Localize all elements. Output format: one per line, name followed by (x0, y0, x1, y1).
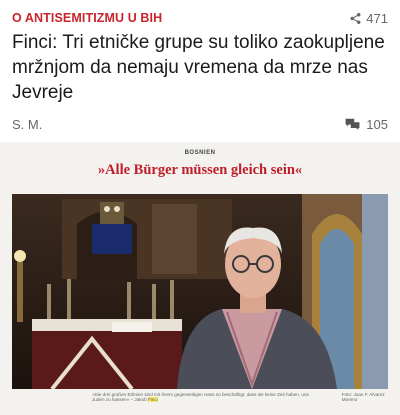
caption-text: »Die drei großen Ethnien sind mit ihrem … (92, 392, 309, 402)
article-header: O ANTISEMITIZMU U BIH 471 (12, 8, 388, 28)
photo-credit: Foto: Juan F. Alvarez Moreno (341, 392, 385, 402)
share-count: 471 (366, 10, 388, 26)
embedded-image-card: BOSNIEN »Alle Bürger müssen gleich sein« (0, 142, 400, 415)
caption-name-highlight: Finci (147, 397, 158, 402)
share-icon (350, 12, 361, 24)
comments-button[interactable]: 105 (345, 117, 388, 132)
article-meta: S. M. 105 (12, 114, 388, 134)
author: S. M. (12, 116, 43, 132)
share-button[interactable]: 471 (349, 11, 388, 26)
comments-icon (345, 118, 360, 130)
category-label[interactable]: O ANTISEMITIZMU U BIH (12, 11, 162, 25)
portrait-photo[interactable] (12, 194, 388, 389)
photo-caption: »Die drei großen Ethnien sind mit ihrem … (92, 392, 388, 404)
synagogue-portrait-illustration (12, 194, 388, 389)
embedded-title: »Alle Bürger müssen gleich sein« (97, 162, 303, 178)
embedded-kicker: BOSNIEN (184, 150, 216, 156)
article-title: Finci: Tri etničke grupe su toliko zaoku… (12, 32, 385, 103)
comment-count: 105 (366, 116, 388, 132)
